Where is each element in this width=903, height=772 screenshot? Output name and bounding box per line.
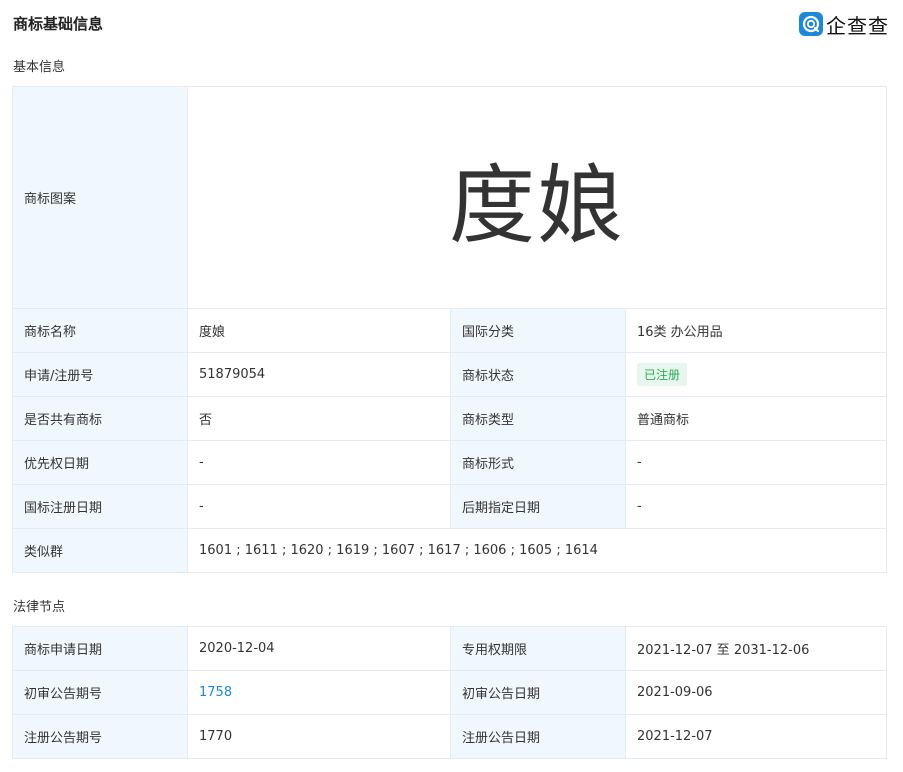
table-row: 注册公告期号 1770 注册公告日期 2021-12-07 xyxy=(12,714,887,759)
table-row: 商标申请日期 2020-12-04 专用权期限 2021-12-07 至 203… xyxy=(12,626,887,671)
table-row: 国标注册日期 - 后期指定日期 - xyxy=(12,484,887,529)
field-label: 国标注册日期 xyxy=(12,484,188,529)
field-label: 商标申请日期 xyxy=(12,626,188,671)
prelim-issue-cell: 1758 xyxy=(187,670,451,715)
exclusive-term-value: 2021-12-07 至 2031-12-06 xyxy=(625,626,887,671)
mark-image-label: 商标图案 xyxy=(12,86,188,309)
brand-logo[interactable]: 企查查 xyxy=(799,10,889,38)
table-row: 商标图案 度娘 xyxy=(12,86,887,309)
page-title: 商标基础信息 xyxy=(13,15,104,33)
field-label: 后期指定日期 xyxy=(450,484,626,529)
intl-reg-date-value: - xyxy=(187,484,451,529)
field-label: 商标名称 xyxy=(12,308,188,353)
mark-form-value: - xyxy=(625,440,887,485)
shared-mark-value: 否 xyxy=(187,396,451,441)
field-label: 注册公告日期 xyxy=(450,714,626,759)
application-date-value: 2020-12-04 xyxy=(187,626,451,671)
table-row: 初审公告期号 1758 初审公告日期 2021-09-06 xyxy=(12,670,887,715)
later-designation-value: - xyxy=(625,484,887,529)
qichacha-logo-icon xyxy=(799,12,823,36)
logo-text: 企查查 xyxy=(826,13,889,38)
table-row: 类似群 1601 ; 1611 ; 1620 ; 1619 ; 1607 ; 1… xyxy=(12,528,887,573)
table-row: 商标名称 度娘 国际分类 16类 办公用品 xyxy=(12,308,887,353)
field-label: 注册公告期号 xyxy=(12,714,188,759)
prelim-issue-link[interactable]: 1758 xyxy=(199,685,232,700)
priority-date-value: - xyxy=(187,440,451,485)
prelim-date-value: 2021-09-06 xyxy=(625,670,887,715)
reg-number-value: 51879054 xyxy=(187,352,451,397)
table-row: 申请/注册号 51879054 商标状态 已注册 xyxy=(12,352,887,397)
field-label: 初审公告日期 xyxy=(450,670,626,715)
field-label: 类似群 xyxy=(12,528,188,573)
field-label: 优先权日期 xyxy=(12,440,188,485)
section-title-basic: 基本信息 xyxy=(13,60,66,75)
field-label: 专用权期限 xyxy=(450,626,626,671)
table-row: 是否共有商标 否 商标类型 普通商标 xyxy=(12,396,887,441)
field-label: 商标形式 xyxy=(450,440,626,485)
field-label: 国际分类 xyxy=(450,308,626,353)
field-label: 商标类型 xyxy=(450,396,626,441)
status-badge: 已注册 xyxy=(637,363,688,386)
table-row: 优先权日期 - 商标形式 - xyxy=(12,440,887,485)
basic-info-table: 商标图案 度娘 商标名称 度娘 国际分类 16类 办公用品 申请/注册号 518… xyxy=(12,86,887,573)
field-label: 是否共有商标 xyxy=(12,396,188,441)
reg-date-value: 2021-12-07 xyxy=(625,714,887,759)
trademark-image[interactable]: 度娘 xyxy=(187,86,887,309)
mark-type-value: 普通商标 xyxy=(625,396,887,441)
intl-class-value: 16类 办公用品 xyxy=(625,308,887,353)
section-title-legal: 法律节点 xyxy=(13,600,66,615)
reg-issue-value: 1770 xyxy=(187,714,451,759)
field-label: 初审公告期号 xyxy=(12,670,188,715)
similar-groups-value: 1601 ; 1611 ; 1620 ; 1619 ; 1607 ; 1617 … xyxy=(187,528,887,573)
field-label: 商标状态 xyxy=(450,352,626,397)
trademark-name-value: 度娘 xyxy=(187,308,451,353)
status-cell: 已注册 xyxy=(625,352,887,397)
field-label: 申请/注册号 xyxy=(12,352,188,397)
legal-nodes-table: 商标申请日期 2020-12-04 专用权期限 2021-12-07 至 203… xyxy=(12,626,887,759)
